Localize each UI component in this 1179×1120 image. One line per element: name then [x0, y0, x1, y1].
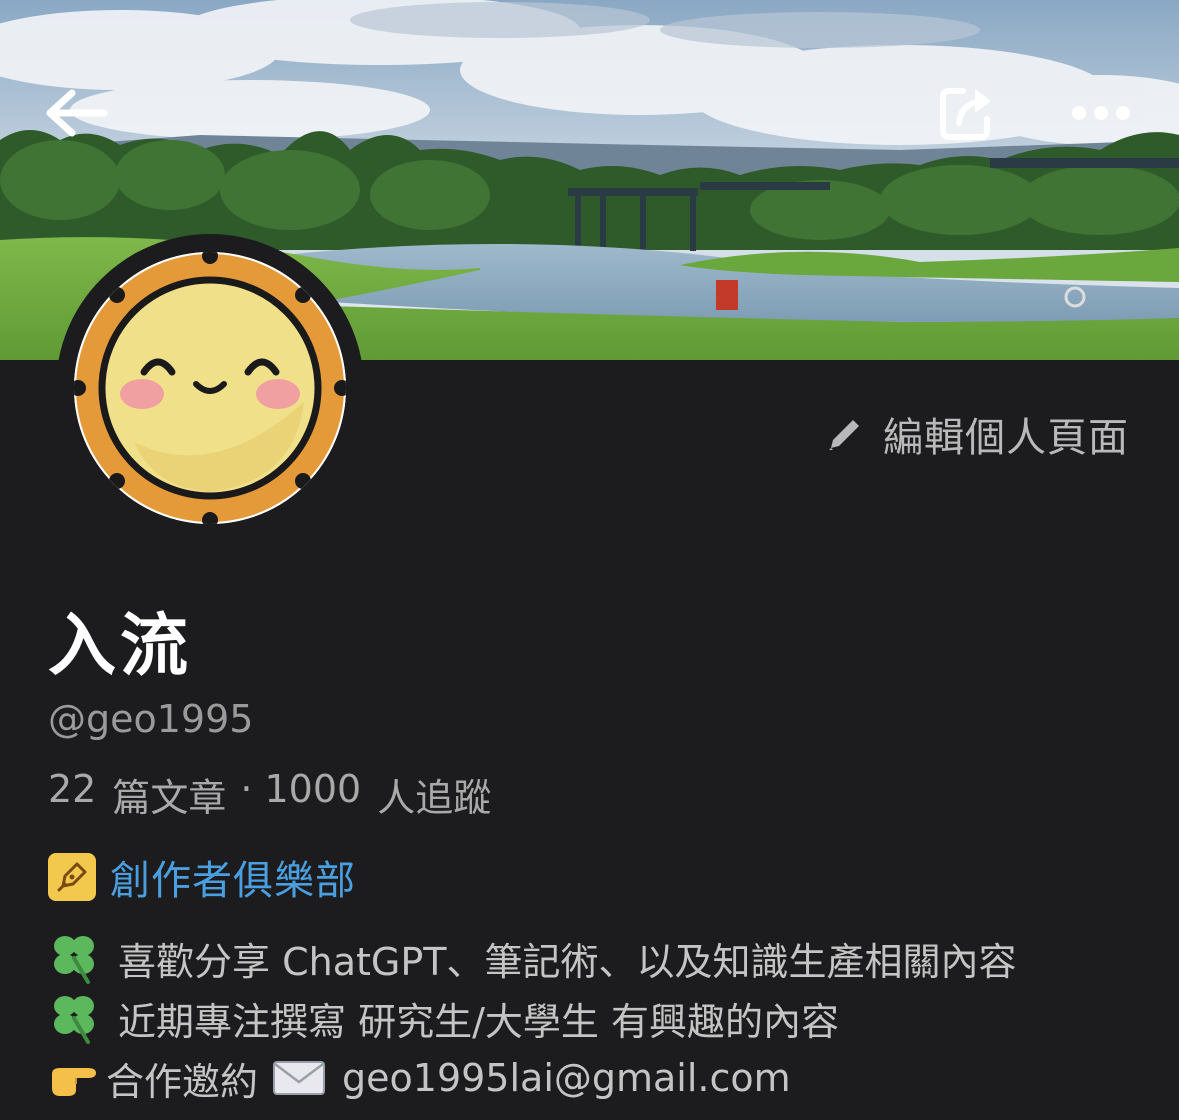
user-handle: @geo1995 — [48, 697, 254, 741]
bio-line: 合作邀約 geo1995lai@gmail.com — [48, 1048, 1016, 1108]
more-button[interactable] — [1066, 78, 1136, 148]
bio-text-2: 近期專注撰寫 研究生/大學生 有興趣的內容 — [118, 999, 839, 1044]
articles-label[interactable]: 篇文章 — [112, 767, 226, 822]
articles-count[interactable]: 22 — [48, 767, 96, 822]
profile-bio: 喜歡分享 ChatGPT、筆記術、以及知識生產相關內容 近期專注撰寫 研究生/大… — [48, 928, 1016, 1108]
edit-profile-label: 編輯個人頁面 — [883, 415, 1129, 461]
edit-profile-button[interactable]: 編輯個人頁面 — [825, 410, 1129, 461]
stats-separator: · — [240, 767, 253, 811]
arrow-left-icon — [46, 89, 108, 137]
bio-text-3: 合作邀約 — [106, 1059, 259, 1104]
bio-text-1: 喜歡分享 ChatGPT、筆記術、以及知識生產相關內容 — [118, 939, 1017, 984]
bio-line: 喜歡分享 ChatGPT、筆記術、以及知識生產相關內容 — [48, 928, 1016, 988]
creator-club-label: 創作者俱樂部 — [110, 858, 356, 904]
profile-stats: 22 篇文章 · 1000 人追蹤 — [48, 767, 491, 822]
contact-email[interactable]: geo1995lai@gmail.com — [342, 1056, 791, 1100]
four-leaf-clover-icon — [48, 932, 102, 984]
back-button[interactable] — [40, 78, 110, 148]
pencil-icon — [829, 420, 859, 450]
four-leaf-clover-icon — [48, 992, 102, 1044]
share-icon — [940, 88, 991, 140]
display-name: 入流 — [48, 607, 193, 686]
followers-count[interactable]: 1000 — [264, 767, 361, 822]
share-button[interactable] — [932, 78, 1002, 148]
envelope-icon — [272, 1058, 326, 1098]
more-horizontal-icon — [1072, 106, 1130, 120]
fountain-pen-icon — [48, 853, 96, 901]
bio-line: 近期專注撰寫 研究生/大學生 有興趣的內容 — [48, 988, 1016, 1048]
avatar[interactable] — [56, 234, 364, 542]
pointing-hand-icon — [48, 1056, 102, 1100]
smiley-sun-avatar-icon — [74, 252, 346, 524]
creator-club-link[interactable]: 創作者俱樂部 — [48, 848, 356, 906]
followers-label[interactable]: 人追蹤 — [377, 767, 491, 822]
